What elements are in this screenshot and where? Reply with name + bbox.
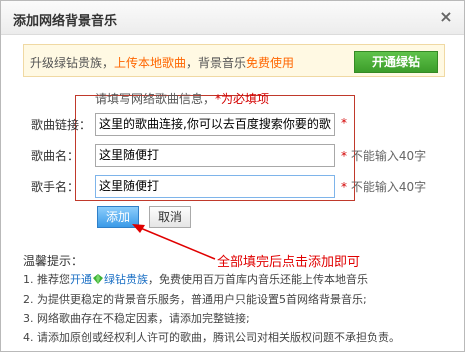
- song-name-required: * 不能输入40字: [341, 147, 426, 164]
- promo-text: 升级绿钻贵族，上传本地歌曲，背景音乐免费使用: [30, 54, 294, 71]
- tip1-open-link[interactable]: 开通: [70, 273, 92, 286]
- dialog-title: 添加网络背景音乐: [13, 14, 118, 29]
- tip-line-1: 1. 推荐您开通 绿钻贵族，免费使用百万首库内音乐还能上传本地音乐: [23, 271, 368, 287]
- free-use-text: 免费使用: [246, 56, 295, 70]
- tip1-prefix: 1. 推荐您: [23, 273, 70, 286]
- add-button[interactable]: 添加: [97, 206, 139, 228]
- add-music-dialog: 添加网络背景音乐 × 升级绿钻贵族，上传本地歌曲，背景音乐免费使用 开通绿钻 请…: [0, 0, 465, 352]
- dialog-titlebar: 添加网络背景音乐 ×: [1, 1, 464, 35]
- tip1-suffix: ，免费使用百万首库内音乐还能上传本地音乐: [148, 273, 368, 286]
- tip-line-2: 2. 为提供更稳定的背景音乐服务，普通用户只能设置5首网络背景音乐;: [23, 293, 367, 306]
- song-name-label: 歌曲名：: [31, 149, 80, 163]
- song-link-label: 歌曲链接：: [31, 118, 92, 132]
- hint-required: *为必填项: [215, 92, 270, 106]
- promo-prefix: 升级绿钻贵族，: [30, 56, 115, 70]
- song-link-required: *: [341, 116, 347, 130]
- cancel-button[interactable]: 取消: [149, 206, 191, 228]
- tip-line-3: 3. 网络歌曲存在不稳定因素，请添加完整链接;: [23, 312, 250, 325]
- singer-name-tip: 不能输入40字: [350, 180, 427, 194]
- song-name-tip: 不能输入40字: [350, 149, 427, 163]
- song-link-input[interactable]: 这里的歌曲连接,你可以去百度搜索你要的歌: [95, 113, 335, 136]
- green-diamond-icon: [93, 274, 103, 284]
- tips-title: 温馨提示：: [23, 254, 84, 268]
- tip-line-4: 4. 请添加原创或经权利人许可的歌曲，腾讯公司对相关版权问题不承担负责。: [23, 331, 400, 344]
- promo-middle: ，背景音乐: [186, 56, 247, 70]
- singer-name-label: 歌手名：: [31, 180, 80, 194]
- singer-name-required: * 不能输入40字: [341, 178, 426, 195]
- singer-name-input[interactable]: 这里随便打: [95, 175, 335, 198]
- song-name-input[interactable]: 这里随便打: [95, 144, 335, 167]
- annotation-text: 全部填完后点击添加即可: [217, 255, 361, 270]
- tip1-diamond-link[interactable]: 绿钻贵族: [104, 273, 148, 286]
- promo-banner: 升级绿钻贵族，上传本地歌曲，背景音乐免费使用 开通绿钻: [23, 44, 445, 77]
- close-icon[interactable]: ×: [438, 8, 454, 26]
- open-green-diamond-button[interactable]: 开通绿钻: [354, 51, 438, 73]
- form-hint: 请填写网络歌曲信息，*为必填项: [95, 90, 269, 107]
- upload-local-link[interactable]: 上传本地歌曲: [114, 56, 186, 70]
- singer-name-star: *: [341, 180, 347, 194]
- song-name-star: *: [341, 149, 347, 163]
- hint-text: 请填写网络歌曲信息，: [95, 92, 216, 106]
